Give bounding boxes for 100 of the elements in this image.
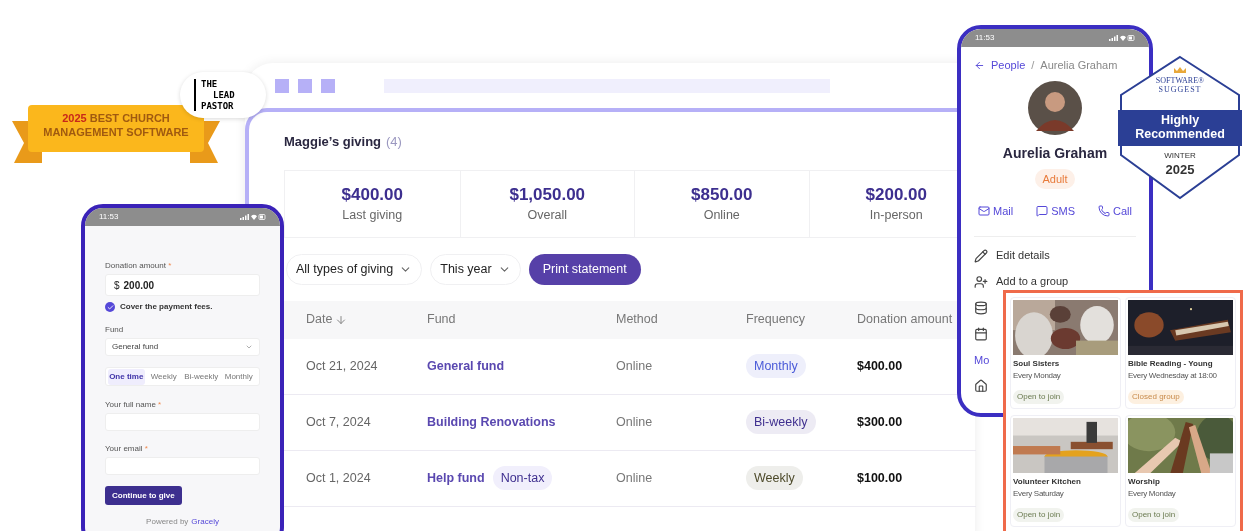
table-cell-text: Online [616,357,654,375]
menu-item[interactable]: Add to a group [974,272,1069,291]
giving-count: (4) [386,133,402,151]
checkbox-label: Cover the payment fees. [120,301,213,313]
group-card[interactable]: Worship Every Monday Open to join [1125,415,1236,527]
powered-by-text: Powered by [146,516,189,528]
back-arrow-icon[interactable] [974,59,985,71]
chevron-down-icon [245,343,253,351]
badge-year: 2025 [1165,162,1195,177]
currency-symbol: $ [114,278,120,293]
amount-field[interactable]: $ 200.00 [105,274,260,296]
stat-value: $1,050.00 [509,183,586,206]
status-tag: Open to join [1013,508,1065,522]
column-header: Date [306,311,333,329]
status-time: 11:53 [975,32,995,44]
fund-link[interactable]: General fund [427,356,505,376]
check-icon [106,303,114,311]
frequency-tab[interactable]: Bi-weekly [183,368,220,385]
menu-item[interactable]: Edit details [974,246,1050,265]
contact-action[interactable]: SMS [1036,203,1076,220]
column-header: Frequency [746,311,806,329]
calendar-icon[interactable] [974,326,988,341]
award-line: MANAGEMENT SOFTWARE [43,125,189,139]
group-name: Worship [1128,476,1161,488]
award-line: 2025 BEST CHURCH [62,111,170,125]
brand-text: SOFTWARE® [1155,77,1205,85]
checkbox[interactable] [105,302,115,312]
frequency-tab[interactable]: Monthly [220,368,257,385]
group-name: Soul Sisters [1013,358,1061,370]
add-user-icon [974,274,988,289]
fund-link[interactable]: Help fund [427,468,485,488]
status-tag: Open to join [1128,508,1180,522]
stat-label: In-person [869,206,923,224]
phone-icon [1098,205,1111,218]
brand-text: SUGGEST [1158,85,1202,94]
group-card[interactable]: Bible Reading - Young Every Wednesday at 18:00 Closed group [1125,297,1236,409]
sort-arrow-icon [335,313,348,326]
breadcrumb-link[interactable]: People [991,57,1026,74]
status-tag: Closed group [1128,390,1184,404]
toolbar-square [321,78,335,93]
frequency-tag: Bi-weekly [746,409,816,435]
field-label: Fund [105,324,125,336]
table-cell-text: Online [616,413,654,431]
logo-text: PASTOR [201,100,235,112]
stat-label: Online [703,206,740,224]
field-label: Donation amount * [105,260,173,272]
more-link[interactable]: Mo [974,350,990,369]
crown-icon [1173,67,1187,74]
group-schedule: Every Monday [1013,370,1062,382]
breadcrumb-current: Aurelia Graham [1040,58,1118,73]
print-statement-button[interactable]: Print statement [528,253,641,285]
logo-text: THE [201,78,219,90]
group-name: Bible Reading - Young [1128,358,1214,370]
table-cell-text: $400.00 [857,357,904,375]
role-tag: Adult [1035,168,1075,189]
amount-value: 200.00 [123,278,155,293]
stat-value: $850.00 [691,183,753,206]
frequency-tab[interactable]: Weekly [145,368,182,385]
status-icons-drawing [1109,35,1135,41]
contact-action[interactable]: Mail [978,203,1014,220]
group-schedule: Every Saturday [1013,488,1065,500]
contact-action[interactable]: Call [1098,203,1132,220]
status-time: 11:53 [99,211,119,223]
column-header: Fund [427,311,456,329]
fund-dropdown[interactable]: General fund [105,338,260,356]
breadcrumb-separator: / [1031,58,1035,73]
column-header: Method [616,311,658,329]
stat-value: $200.00 [865,183,927,206]
table-cell-text: Oct 21, 2024 [306,357,379,375]
frequency-tag: Monthly [746,353,806,379]
house-icon[interactable] [974,378,988,393]
continue-button[interactable]: Continue to give [105,486,182,505]
frequency-tab[interactable]: One time [108,368,145,385]
group-schedule: Every Wednesday at 18:00 [1128,370,1218,382]
table-cell-text: Online [616,469,654,487]
brand-link[interactable]: Gracely [191,516,219,528]
profile-name: Aurelia Graham [1001,143,1109,163]
avatar [1028,80,1082,135]
stat-label: Overall [527,206,568,224]
table-cell-text: $300.00 [857,413,904,431]
mail-icon [978,205,990,218]
chat-icon [1036,205,1049,218]
tag: Non-tax [492,465,553,491]
toolbar-square [275,78,289,93]
group-card[interactable]: Soul Sisters Every Monday Open to join [1010,297,1121,409]
column-header: Donation amount [857,311,953,329]
fund-link[interactable]: Building Renovations [427,412,556,432]
badge-season: WINTER [1164,150,1196,162]
stat-value: $400.00 [341,183,403,206]
badge-title: Highly Recommended [1134,113,1226,141]
group-card[interactable]: Volunteer Kitchen Every Saturday Open to join [1010,415,1121,527]
table-cell-text: $100.00 [857,469,904,487]
field-label: Your email * [105,443,149,455]
giving-title: Maggie’s giving [284,133,382,151]
status-icons-drawing [240,214,266,220]
pencil-icon [974,248,988,263]
group-name: Volunteer Kitchen [1013,476,1082,488]
table-cell-text: Oct 7, 2024 [306,413,372,431]
logo-text: LEAD [212,89,235,101]
stat-label: Last giving [342,206,403,224]
